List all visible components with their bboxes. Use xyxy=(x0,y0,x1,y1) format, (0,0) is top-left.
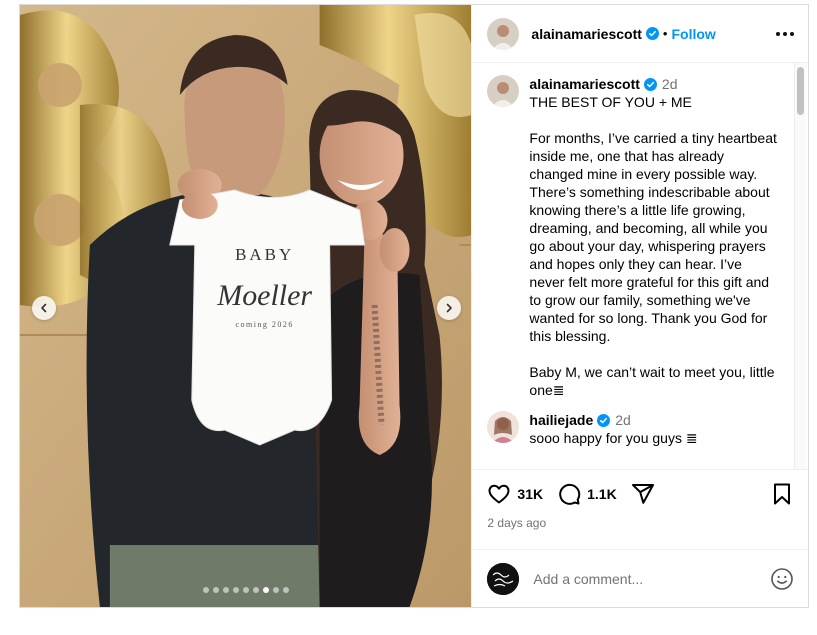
share-icon xyxy=(631,484,654,504)
scrollbar[interactable] xyxy=(794,63,806,469)
post-username[interactable]: alainamariescott xyxy=(531,26,642,42)
save-button[interactable] xyxy=(770,482,794,506)
post-media: BABY Moeller coming 2026 xyxy=(20,5,472,607)
comments-count[interactable]: 1.1K xyxy=(587,486,617,502)
carousel-dot xyxy=(242,587,249,593)
list-item: hailiejade 2d sooo happy for you guys ≣ xyxy=(472,399,808,447)
like-button[interactable] xyxy=(487,482,511,506)
caption-username[interactable]: alainamariescott xyxy=(529,75,640,93)
post-photo: BABY Moeller coming 2026 xyxy=(20,5,472,607)
comment-input[interactable] xyxy=(531,569,770,588)
share-button[interactable] xyxy=(631,482,655,506)
verified-icon xyxy=(643,77,657,91)
comment-button[interactable] xyxy=(557,482,581,506)
comment-username[interactable]: hailiejade xyxy=(529,411,593,429)
emoji-icon xyxy=(771,567,793,590)
avatar xyxy=(487,562,520,595)
post-sidebar: alainamariescott • Follow alainamariesco… xyxy=(471,5,808,607)
post-actions: 31K 1.1K 2 days ago xyxy=(472,469,808,549)
add-comment-bar xyxy=(472,549,808,607)
carousel-dot xyxy=(212,587,219,593)
carousel-dot xyxy=(222,587,229,593)
bookmark-icon xyxy=(774,483,790,505)
onesie-text-2: Moeller xyxy=(216,279,312,312)
comment-time[interactable]: 2d xyxy=(615,411,631,429)
follow-button[interactable]: Follow xyxy=(671,26,715,42)
carousel-dot xyxy=(262,587,269,593)
more-icon[interactable] xyxy=(776,31,794,36)
carousel-dot xyxy=(252,587,259,593)
chevron-left-icon xyxy=(41,303,47,313)
caption-text: THE BEST OF YOU + ME For months, I’ve ca… xyxy=(529,94,777,398)
separator: • xyxy=(662,26,668,41)
chevron-right-icon xyxy=(447,303,453,313)
verified-icon xyxy=(645,27,659,40)
heart-icon xyxy=(488,484,510,504)
likes-count[interactable]: 31K xyxy=(517,486,543,502)
post-header: alainamariescott • Follow xyxy=(472,5,808,63)
avatar[interactable] xyxy=(487,411,520,443)
verified-icon xyxy=(597,413,611,427)
carousel-indicator xyxy=(20,587,471,593)
carousel-prev-button[interactable] xyxy=(32,296,56,320)
carousel-dot xyxy=(272,587,279,593)
caption: alainamariescott 2d THE BEST OF YOU + ME… xyxy=(472,63,808,399)
avatar[interactable] xyxy=(487,75,520,107)
carousel-dot xyxy=(282,587,289,593)
comment-text: sooo happy for you guys ≣ xyxy=(529,430,698,446)
post-dialog: BABY Moeller coming 2026 alainamariescot… xyxy=(19,4,809,608)
caption-time[interactable]: 2d xyxy=(662,75,678,93)
carousel-dot xyxy=(232,587,239,593)
onesie-text-3: coming 2026 xyxy=(236,320,294,329)
avatar[interactable] xyxy=(487,17,520,50)
comments-list[interactable]: alainamariescott 2d THE BEST OF YOU + ME… xyxy=(472,63,808,469)
post-timestamp[interactable]: 2 days ago xyxy=(487,516,794,530)
comment-icon xyxy=(559,483,581,505)
emoji-button[interactable] xyxy=(770,567,794,591)
scrollbar-thumb[interactable] xyxy=(797,67,804,115)
carousel-dot xyxy=(202,587,209,593)
onesie-text-1: BABY xyxy=(235,245,294,264)
